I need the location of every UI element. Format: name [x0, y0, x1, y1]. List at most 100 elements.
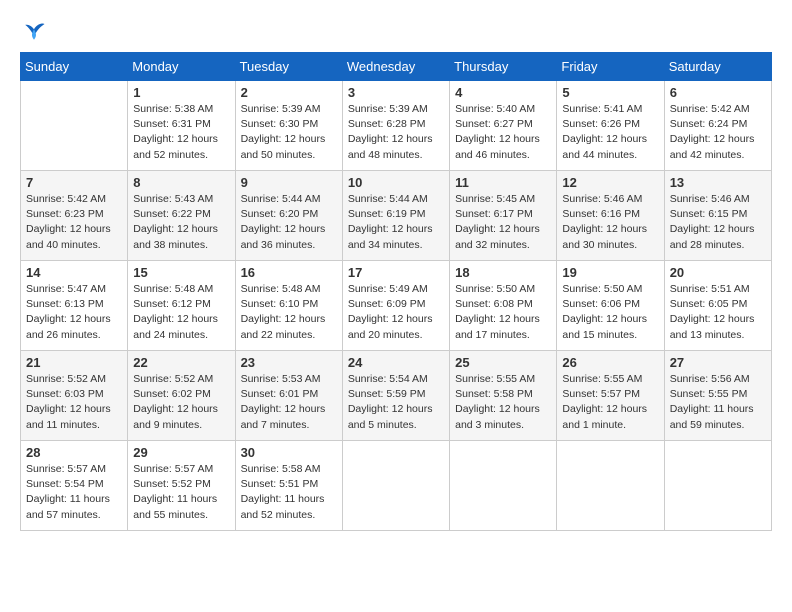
calendar-cell: 8 Sunrise: 5:43 AMSunset: 6:22 PMDaylight…: [128, 171, 235, 261]
day-info: Sunrise: 5:40 AMSunset: 6:27 PMDaylight:…: [455, 102, 551, 163]
day-info: Sunrise: 5:57 AMSunset: 5:54 PMDaylight:…: [26, 462, 122, 523]
calendar-cell: 23 Sunrise: 5:53 AMSunset: 6:01 PMDayligh…: [235, 351, 342, 441]
day-number: 21: [26, 355, 122, 370]
calendar-table: SundayMondayTuesdayWednesdayThursdayFrid…: [20, 52, 772, 531]
day-info: Sunrise: 5:51 AMSunset: 6:05 PMDaylight:…: [670, 282, 766, 343]
calendar-header-friday: Friday: [557, 53, 664, 81]
day-number: 1: [133, 85, 229, 100]
day-info: Sunrise: 5:55 AMSunset: 5:57 PMDaylight:…: [562, 372, 658, 433]
calendar-header-thursday: Thursday: [450, 53, 557, 81]
day-info: Sunrise: 5:44 AMSunset: 6:19 PMDaylight:…: [348, 192, 444, 253]
day-number: 22: [133, 355, 229, 370]
logo: [20, 20, 52, 42]
day-info: Sunrise: 5:43 AMSunset: 6:22 PMDaylight:…: [133, 192, 229, 253]
calendar-cell: 22 Sunrise: 5:52 AMSunset: 6:02 PMDayligh…: [128, 351, 235, 441]
day-number: 19: [562, 265, 658, 280]
day-number: 18: [455, 265, 551, 280]
calendar-cell: 5Sunrise: 5:41 AMSunset: 6:26 PMDaylight…: [557, 81, 664, 171]
day-info: Sunrise: 5:48 AMSunset: 6:12 PMDaylight:…: [133, 282, 229, 343]
day-number: 8: [133, 175, 229, 190]
calendar-cell: 18Sunrise: 5:50 AMSunset: 6:08 PMDayligh…: [450, 261, 557, 351]
day-number: 30: [241, 445, 337, 460]
logo-bird-icon: [20, 20, 48, 42]
calendar-week-row: 1Sunrise: 5:38 AMSunset: 6:31 PMDaylight…: [21, 81, 772, 171]
calendar-cell: [342, 441, 449, 531]
calendar-cell: [450, 441, 557, 531]
calendar-cell: [21, 81, 128, 171]
calendar-cell: 19 Sunrise: 5:50 AMSunset: 6:06 PMDayligh…: [557, 261, 664, 351]
calendar-header-monday: Monday: [128, 53, 235, 81]
calendar-cell: 15Sunrise: 5:48 AMSunset: 6:12 PMDayligh…: [128, 261, 235, 351]
day-number: 9: [241, 175, 337, 190]
day-info: Sunrise: 5:42 AMSunset: 6:23 PMDaylight:…: [26, 192, 122, 253]
day-info: Sunrise: 5:52 AMSunset: 6:03 PMDaylight:…: [26, 372, 122, 433]
calendar-week-row: 28 Sunrise: 5:57 AMSunset: 5:54 PMDayligh…: [21, 441, 772, 531]
day-number: 11: [455, 175, 551, 190]
day-number: 24: [348, 355, 444, 370]
day-info: Sunrise: 5:44 AMSunset: 6:20 PMDaylight:…: [241, 192, 337, 253]
calendar-body: 1Sunrise: 5:38 AMSunset: 6:31 PMDaylight…: [21, 81, 772, 531]
day-info: Sunrise: 5:53 AMSunset: 6:01 PMDaylight:…: [241, 372, 337, 433]
calendar-cell: 10 Sunrise: 5:44 AMSunset: 6:19 PMDayligh…: [342, 171, 449, 261]
day-number: 3: [348, 85, 444, 100]
calendar-header-tuesday: Tuesday: [235, 53, 342, 81]
day-info: Sunrise: 5:47 AMSunset: 6:13 PMDaylight:…: [26, 282, 122, 343]
calendar-week-row: 14 Sunrise: 5:47 AMSunset: 6:13 PMDayligh…: [21, 261, 772, 351]
day-info: Sunrise: 5:39 AMSunset: 6:28 PMDaylight:…: [348, 102, 444, 163]
day-number: 17: [348, 265, 444, 280]
calendar-cell: 21 Sunrise: 5:52 AMSunset: 6:03 PMDayligh…: [21, 351, 128, 441]
day-info: Sunrise: 5:45 AMSunset: 6:17 PMDaylight:…: [455, 192, 551, 253]
calendar-cell: 14 Sunrise: 5:47 AMSunset: 6:13 PMDayligh…: [21, 261, 128, 351]
calendar-cell: 1Sunrise: 5:38 AMSunset: 6:31 PMDaylight…: [128, 81, 235, 171]
day-number: 29: [133, 445, 229, 460]
calendar-header-saturday: Saturday: [664, 53, 771, 81]
day-number: 16: [241, 265, 337, 280]
calendar-cell: 9 Sunrise: 5:44 AMSunset: 6:20 PMDaylight…: [235, 171, 342, 261]
day-info: Sunrise: 5:54 AMSunset: 5:59 PMDaylight:…: [348, 372, 444, 433]
calendar-cell: [664, 441, 771, 531]
day-number: 6: [670, 85, 766, 100]
calendar-cell: 4 Sunrise: 5:40 AMSunset: 6:27 PMDaylight…: [450, 81, 557, 171]
day-number: 27: [670, 355, 766, 370]
calendar-cell: 6 Sunrise: 5:42 AMSunset: 6:24 PMDaylight…: [664, 81, 771, 171]
day-number: 4: [455, 85, 551, 100]
calendar-cell: 20 Sunrise: 5:51 AMSunset: 6:05 PMDayligh…: [664, 261, 771, 351]
day-info: Sunrise: 5:55 AMSunset: 5:58 PMDaylight:…: [455, 372, 551, 433]
day-number: 23: [241, 355, 337, 370]
day-info: Sunrise: 5:39 AMSunset: 6:30 PMDaylight:…: [241, 102, 337, 163]
day-number: 28: [26, 445, 122, 460]
day-info: Sunrise: 5:58 AMSunset: 5:51 PMDaylight:…: [241, 462, 337, 523]
day-number: 26: [562, 355, 658, 370]
day-number: 13: [670, 175, 766, 190]
day-number: 14: [26, 265, 122, 280]
day-info: Sunrise: 5:42 AMSunset: 6:24 PMDaylight:…: [670, 102, 766, 163]
calendar-cell: 29 Sunrise: 5:57 AMSunset: 5:52 PMDayligh…: [128, 441, 235, 531]
calendar-cell: 11 Sunrise: 5:45 AMSunset: 6:17 PMDayligh…: [450, 171, 557, 261]
calendar-header-row: SundayMondayTuesdayWednesdayThursdayFrid…: [21, 53, 772, 81]
day-number: 12: [562, 175, 658, 190]
day-number: 25: [455, 355, 551, 370]
calendar-cell: 16Sunrise: 5:48 AMSunset: 6:10 PMDayligh…: [235, 261, 342, 351]
day-info: Sunrise: 5:57 AMSunset: 5:52 PMDaylight:…: [133, 462, 229, 523]
day-info: Sunrise: 5:46 AMSunset: 6:16 PMDaylight:…: [562, 192, 658, 253]
calendar-cell: 27 Sunrise: 5:56 AMSunset: 5:55 PMDayligh…: [664, 351, 771, 441]
calendar-cell: 3 Sunrise: 5:39 AMSunset: 6:28 PMDaylight…: [342, 81, 449, 171]
calendar-cell: 30 Sunrise: 5:58 AMSunset: 5:51 PMDayligh…: [235, 441, 342, 531]
day-info: Sunrise: 5:56 AMSunset: 5:55 PMDaylight:…: [670, 372, 766, 433]
day-info: Sunrise: 5:52 AMSunset: 6:02 PMDaylight:…: [133, 372, 229, 433]
page-header: [20, 20, 772, 42]
calendar-header-sunday: Sunday: [21, 53, 128, 81]
calendar-cell: 7Sunrise: 5:42 AMSunset: 6:23 PMDaylight…: [21, 171, 128, 261]
calendar-cell: [557, 441, 664, 531]
calendar-cell: 24 Sunrise: 5:54 AMSunset: 5:59 PMDayligh…: [342, 351, 449, 441]
day-info: Sunrise: 5:50 AMSunset: 6:06 PMDaylight:…: [562, 282, 658, 343]
day-info: Sunrise: 5:49 AMSunset: 6:09 PMDaylight:…: [348, 282, 444, 343]
day-number: 10: [348, 175, 444, 190]
day-number: 20: [670, 265, 766, 280]
calendar-cell: 17 Sunrise: 5:49 AMSunset: 6:09 PMDayligh…: [342, 261, 449, 351]
calendar-week-row: 7Sunrise: 5:42 AMSunset: 6:23 PMDaylight…: [21, 171, 772, 261]
calendar-header-wednesday: Wednesday: [342, 53, 449, 81]
day-number: 5: [562, 85, 658, 100]
day-info: Sunrise: 5:46 AMSunset: 6:15 PMDaylight:…: [670, 192, 766, 253]
calendar-cell: 2Sunrise: 5:39 AMSunset: 6:30 PMDaylight…: [235, 81, 342, 171]
